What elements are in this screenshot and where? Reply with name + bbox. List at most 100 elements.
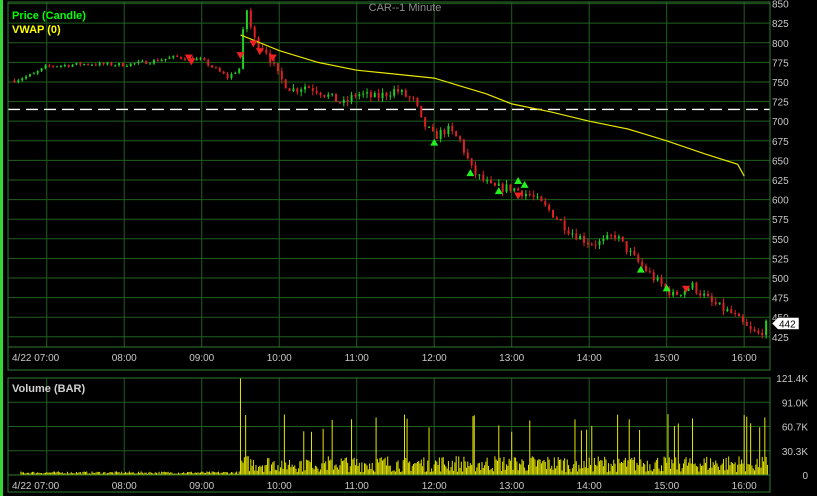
candle-body	[606, 235, 609, 239]
background	[0, 0, 817, 496]
volume-bar	[591, 425, 593, 475]
volume-bar	[755, 464, 757, 475]
volume-bar	[517, 470, 519, 475]
volume-bar	[481, 462, 483, 475]
volume-bar	[496, 460, 498, 475]
volume-bar	[267, 458, 269, 475]
volume-bar	[623, 460, 625, 475]
candle-body	[381, 92, 384, 99]
volume-bar	[427, 460, 429, 475]
candle-body	[160, 59, 163, 62]
volume-bar	[534, 459, 536, 475]
volume-bar	[276, 470, 278, 475]
candle-body	[451, 125, 454, 132]
volume-bar	[725, 457, 727, 475]
candle-body	[393, 89, 396, 96]
volume-bar	[697, 466, 699, 475]
candle-body	[129, 63, 132, 67]
volume-bar	[414, 463, 416, 475]
volume-bar	[579, 468, 581, 475]
volume-bar	[531, 456, 533, 475]
candle-body	[114, 65, 117, 67]
volume-bar	[702, 465, 704, 475]
volume-bar	[732, 462, 734, 475]
volume-bar	[593, 457, 595, 475]
candle-body	[133, 63, 136, 65]
volume-bar	[438, 457, 440, 475]
volume-bar	[577, 471, 579, 475]
volume-bar	[717, 466, 719, 475]
candle-body	[319, 92, 322, 95]
volume-bar	[299, 461, 301, 475]
candle-body	[253, 27, 256, 38]
candle-body	[559, 219, 562, 221]
volume-bar	[672, 463, 674, 475]
candle-body	[75, 62, 78, 65]
candle-body	[486, 180, 489, 182]
volume-bar	[499, 457, 501, 475]
candle-body	[323, 94, 326, 97]
volume-bar	[484, 465, 486, 475]
candle-body	[672, 291, 675, 296]
volume-bar	[507, 465, 509, 475]
candle-body	[226, 73, 229, 79]
volume-bar	[535, 466, 537, 475]
candle-body	[579, 235, 582, 240]
volume-bar	[454, 462, 456, 475]
volume-bar	[314, 465, 316, 475]
volume-bar	[389, 465, 391, 475]
volume-bar	[739, 464, 741, 475]
candle-body	[517, 188, 520, 191]
volume-bar	[589, 465, 591, 475]
volume-bar	[409, 461, 411, 475]
volume-bar	[318, 471, 320, 475]
candle-body	[707, 293, 710, 297]
volume-bar	[460, 461, 462, 475]
volume-bar	[277, 465, 279, 475]
volume-bar	[500, 470, 502, 475]
volume-bar	[604, 456, 606, 475]
volume-bar	[475, 471, 477, 475]
volume-bar	[298, 468, 300, 475]
candle-body	[118, 63, 121, 66]
volume-bar	[657, 457, 659, 475]
time-tick-label: 15:00	[654, 353, 679, 364]
left-accent-bar	[0, 0, 3, 496]
time-tick-label: 12:00	[422, 481, 447, 492]
candle-body	[544, 201, 547, 206]
price-tick-label: 625	[772, 176, 789, 187]
candle-body	[145, 60, 148, 64]
volume-bar	[321, 463, 323, 475]
candle-body	[730, 309, 733, 313]
candle-body	[362, 93, 365, 95]
candle-body	[284, 79, 287, 89]
volume-bar	[677, 423, 679, 475]
date-tick-label: 4/22	[12, 353, 32, 364]
volume-bar	[503, 457, 505, 475]
candle-body	[641, 261, 644, 266]
candle-body	[695, 282, 698, 293]
volume-bar	[345, 457, 347, 475]
volume-bar	[245, 415, 247, 475]
volume-bar	[734, 462, 736, 475]
volume-bar	[599, 461, 601, 475]
candle-body	[493, 182, 496, 186]
volume-bar	[211, 471, 213, 475]
volume-bar	[704, 462, 706, 475]
price-tick-label: 750	[772, 78, 789, 89]
volume-bar	[380, 457, 382, 475]
volume-bar	[317, 468, 319, 475]
volume-bar	[330, 459, 332, 475]
volume-bar	[403, 414, 405, 475]
volume-bar	[530, 457, 532, 475]
volume-bar	[580, 430, 582, 475]
volume-bar	[573, 464, 575, 475]
volume-bar	[464, 461, 466, 475]
volume-bar	[512, 469, 514, 475]
volume-bar	[521, 459, 523, 475]
volume-bar	[415, 463, 417, 475]
volume-bar	[586, 429, 588, 475]
candle-body	[400, 90, 403, 92]
volume-bar	[741, 459, 743, 475]
volume-bar	[292, 466, 294, 475]
